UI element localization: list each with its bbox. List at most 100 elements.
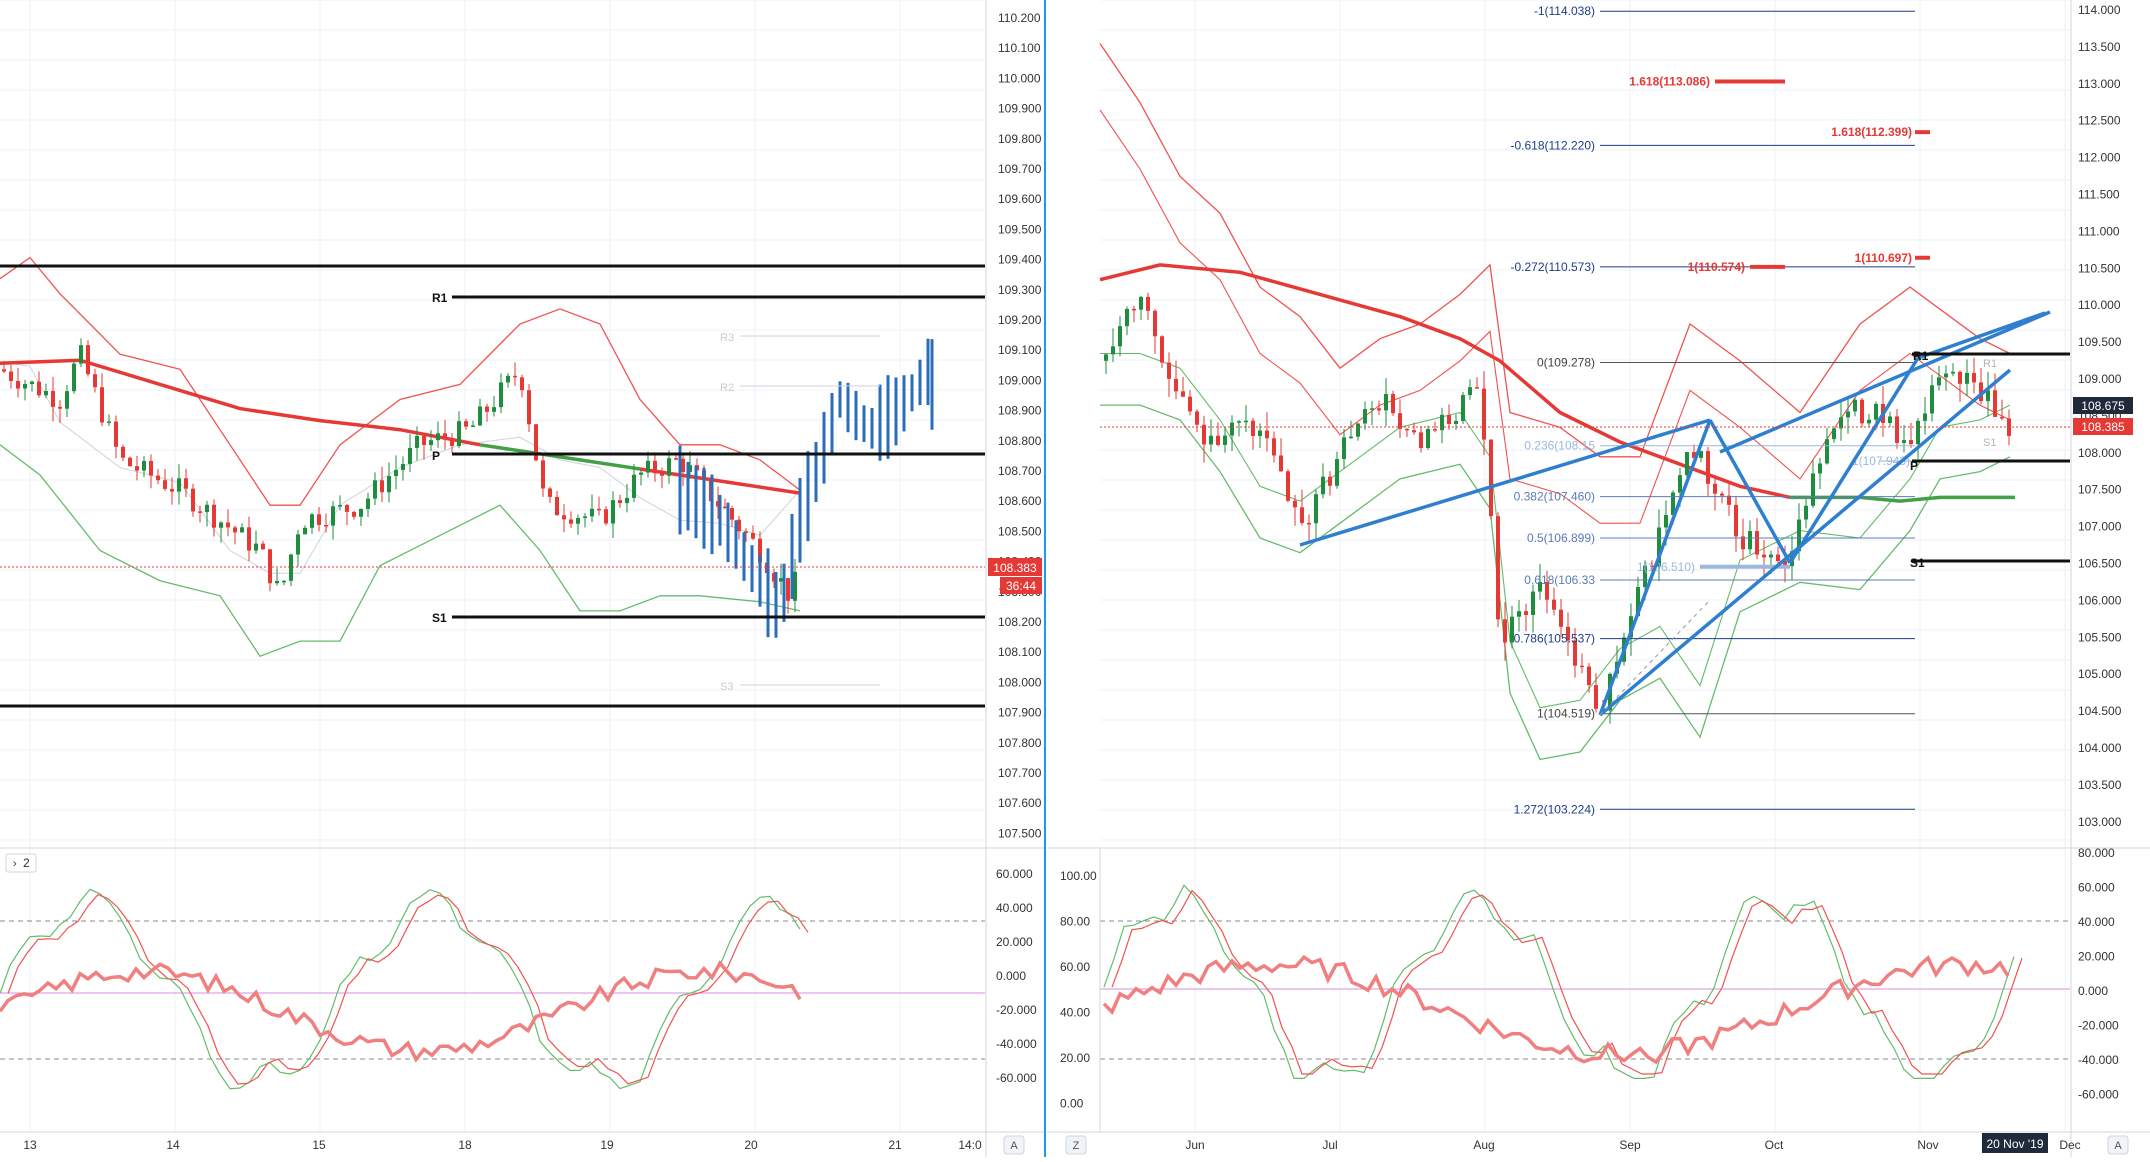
left-price-pane[interactable]: R1 P S1 R3 R2 S3 — [0, 256, 985, 708]
candle-body — [1874, 403, 1878, 420]
fib-level-label: 0.786(105.537) — [1514, 632, 1595, 646]
right-date-badge-text: 20 Nov '19 — [1987, 1137, 2044, 1151]
fib-level-label: 0.236(108.15 — [1524, 439, 1595, 453]
candle-body — [1384, 394, 1388, 411]
right-auto-scale-label: A — [2114, 1140, 2122, 1152]
right-label-r1-small: R1 — [1983, 358, 1997, 370]
right-price-tick-label: 114.000 — [2078, 3, 2121, 17]
candle-body — [1202, 424, 1206, 445]
candle-body — [1461, 395, 1465, 421]
right-auto-scale-button[interactable]: A — [2107, 1135, 2129, 1155]
candle-body — [1482, 388, 1486, 440]
right-time-axis[interactable]: Jun Jul Aug Sep Oct Nov Dec — [1185, 1138, 2080, 1152]
candle-body — [1454, 420, 1458, 424]
candle-body — [1902, 440, 1906, 443]
candle-body — [359, 508, 363, 517]
candle-body — [604, 509, 608, 524]
candle-body — [576, 518, 580, 524]
candle-body — [1300, 507, 1304, 523]
right-osc-tick-label: 80.000 — [2078, 846, 2115, 860]
candle-body — [639, 472, 643, 475]
left-candles — [2, 338, 934, 638]
left-oscillator-pane[interactable] — [0, 888, 985, 1090]
candle-body — [1258, 430, 1262, 437]
candle-body — [1426, 429, 1430, 449]
candle-body — [1496, 516, 1500, 620]
right-oscillator-left-axis[interactable]: 100.00 80.00 60.00 40.00 20.00 0.00 — [1060, 869, 1097, 1111]
trendline[interactable] — [1917, 311, 2046, 360]
right-oscillator-axis[interactable]: 80.000 60.000 40.000 20.000 0.000 -20.000 -40.… — [2078, 846, 2119, 1102]
right-zoom-button[interactable]: Z — [1065, 1135, 1087, 1155]
trendline[interactable] — [1719, 310, 2051, 454]
candle-body — [121, 446, 125, 458]
candle-body — [205, 504, 209, 513]
candle-body — [1153, 310, 1157, 337]
left-time-axis[interactable]: 13 14 15 18 19 20 21 14:0 — [23, 1138, 982, 1152]
left-time-tick-label: 21 — [888, 1138, 902, 1152]
candle-body — [1818, 463, 1822, 474]
fib-level-label: 1(110.697) — [1855, 251, 1912, 265]
left-price-badge-text: 108.383 — [993, 561, 1037, 575]
candle-body — [632, 474, 636, 498]
right-oscillator-pane[interactable] — [1100, 884, 2070, 1079]
candle-body — [212, 504, 216, 528]
left-price-tick-label: 108.000 — [998, 675, 1042, 689]
candle-body — [1489, 439, 1493, 517]
candle-body — [380, 480, 384, 493]
left-price-axis[interactable]: 110.200 110.100 110.000 109.900 109.800 109.7… — [998, 11, 1042, 840]
indicator-toggle-count: 2 — [23, 856, 30, 870]
candle-body — [1587, 666, 1591, 686]
candle-body — [198, 511, 202, 513]
candle-body — [1923, 413, 1927, 421]
candle-body — [1223, 435, 1227, 445]
left-time-tick-label: 13 — [23, 1138, 37, 1152]
indicator-toggle-button[interactable]: › 2 — [5, 853, 37, 873]
candle-body — [1748, 531, 1752, 550]
candle-body — [170, 488, 174, 492]
candle-body — [1713, 483, 1717, 494]
candle-body — [1594, 685, 1598, 709]
candle-body — [1174, 378, 1178, 392]
candle-body — [1286, 471, 1290, 501]
candle-body — [1769, 554, 1773, 558]
right-date-badge: 20 Nov '19 — [1982, 1133, 2048, 1153]
right-time-tick-label: Nov — [1917, 1138, 1938, 1152]
left-time-tick-label: 19 — [600, 1138, 614, 1152]
candle-body — [779, 578, 783, 582]
candle-body — [1132, 308, 1136, 311]
candle-body — [44, 390, 48, 396]
right-price-axis[interactable]: 114.000 113.500 113.000 112.500 112.000 111.5… — [2078, 3, 2122, 829]
right-price-tick-label: 110.500 — [2078, 261, 2121, 275]
chart-split-divider[interactable] — [1044, 0, 1046, 1157]
candle-body — [1104, 354, 1108, 361]
right-price-tick-label: 104.000 — [2078, 741, 2122, 755]
candle-body — [275, 581, 279, 584]
left-oscillator-axis[interactable]: 60.000 40.000 20.000 0.000 -20.000 -40.000 -60… — [996, 867, 1037, 1085]
candle-body — [751, 532, 755, 539]
left-price-badge: 108.383 — [988, 558, 1042, 576]
left-osc-tick-label: -60.000 — [996, 1071, 1037, 1085]
fib-level-label: 1(110.574) — [1688, 260, 1745, 274]
candle-body — [1517, 611, 1521, 617]
fib-level-label: 1(104.519) — [1537, 707, 1595, 721]
candle-body — [1265, 430, 1269, 439]
candle-body — [569, 519, 573, 524]
left-label-r2: R2 — [720, 382, 734, 394]
left-price-tick-label: 108.900 — [998, 404, 1042, 418]
left-price-tick-label: 109.400 — [998, 253, 1042, 267]
right-price-badge-1: 108.675 — [2073, 397, 2133, 414]
candle-body — [86, 345, 90, 375]
candle-body — [1916, 420, 1920, 445]
candle-body — [184, 478, 188, 489]
right-time-tick-label: Jun — [1185, 1138, 1204, 1152]
right-trendlines[interactable] — [1299, 310, 2051, 717]
left-price-tick-label: 108.100 — [998, 645, 1042, 659]
left-osc-signal — [0, 960, 802, 1063]
candle-body — [156, 475, 160, 481]
trendline[interactable] — [1598, 368, 2012, 717]
left-auto-scale-button[interactable]: A — [1003, 1135, 1025, 1155]
right-moving-average-green — [1790, 495, 2015, 503]
candle-body — [282, 580, 286, 583]
right-time-tick-label: Jul — [1322, 1138, 1337, 1152]
right-price-pane[interactable]: -1(114.038) 1.618(113.086) 1.618(112.399) -… — [1099, 4, 2070, 816]
